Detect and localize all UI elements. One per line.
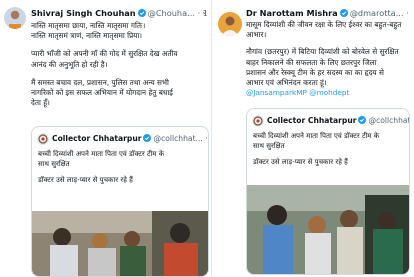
text-line: नागरिकों को इस सफल अभियान में योगदान हेत…	[31, 88, 173, 98]
text-line: प्रशासन और रेस्क्यू टीम के हर सदस्य का क…	[246, 67, 384, 77]
text-line: नौगांव (छतरपुर) में बिटिया दिव्यांशी को …	[246, 47, 399, 57]
tweet-shivraj[interactable]: Shivraj Singh Chouhan@Chouha... · 1h ⌄ न…	[0, 0, 212, 277]
quote-photo[interactable]	[32, 211, 208, 276]
text-line: डॉक्टर उसे लाड़-प्यार से पुचकार रहे हैं	[38, 176, 133, 184]
avatar-icon	[218, 12, 242, 36]
verified-icon	[358, 116, 367, 124]
quote-author-name[interactable]: Collector Chhatarpur	[267, 116, 356, 125]
quoted-tweet[interactable]: Collector Chhatarpur@collchhat... · 7h ब…	[31, 126, 209, 277]
avatar-icon	[37, 133, 49, 145]
tweet-header: Dr Narottam Mishra @dmarotta... · 12m	[246, 8, 412, 19]
text-line: साथ सुरक्षित	[253, 142, 285, 150]
mentions-link[interactable]: @JansamparkMP @mohdept	[246, 88, 412, 98]
text-line: बच्ची दिव्यांशी अपने माता पिता एवं डॉक्ट…	[253, 132, 380, 140]
author-name[interactable]: Shivraj Singh Chouhan	[31, 8, 136, 18]
quoted-tweet[interactable]: Collector Chhatarpur@collchhat... · 7h ब…	[246, 108, 410, 275]
verified-icon	[339, 9, 348, 17]
quote-author-name[interactable]: Collector Chhatarpur	[52, 134, 141, 143]
avatar-icon	[252, 115, 264, 127]
quote-header: Collector Chhatarpur@collchhat... · 7h	[267, 116, 409, 126]
text-line: साथ सुरक्षित	[38, 160, 70, 168]
quote-avatar	[37, 133, 49, 145]
author-handle[interactable]: @dmarotta...	[350, 8, 404, 18]
quote-text: बच्ची दिव्यांशी अपने माता पिता एवं डॉक्ट…	[253, 131, 407, 167]
author-name[interactable]: Dr Narottam Mishra	[246, 8, 338, 18]
quote-avatar	[252, 115, 264, 127]
text-line: नास्ति मातृसमा छाया, नास्ति मातृसमा गतिः…	[31, 21, 146, 30]
chevron-down-icon[interactable]: ⌄	[201, 7, 208, 16]
verified-icon	[143, 134, 152, 142]
text-line: बच्ची दिव्यांशी अपने माता पिता एवं डॉक्ट…	[38, 150, 165, 158]
text-line: मैं समस्त बचाव दल, प्रशासन, पुलिस तथा अन…	[31, 77, 169, 87]
quote-photo[interactable]	[247, 185, 409, 274]
quote-text: बच्ची दिव्यांशी अपने माता पिता एवं डॉक्ट…	[38, 149, 206, 185]
tweet-text: नास्ति मातृसमा छाया, नास्ति मातृसमा गतिः…	[31, 21, 209, 108]
timestamp[interactable]: 12m	[411, 8, 412, 18]
photo-image	[32, 211, 208, 276]
quote-header: Collector Chhatarpur@collchhat... · 7h	[52, 134, 208, 144]
separator-dot: ·	[197, 8, 201, 18]
quote-author-handle: @collchhat...	[368, 116, 409, 125]
tweet-header: Shivraj Singh Chouhan@Chouha... · 1h	[31, 8, 207, 19]
author-handle[interactable]: @Chouha...	[148, 8, 195, 18]
separator-dot: ·	[406, 8, 409, 18]
text-line: मासूम दिव्यांशी की जीवन रक्षा के लिए ईश्…	[246, 20, 402, 29]
text-line: प्यारी भाँजी को अपनी माँ की गोद में सुरक…	[31, 49, 178, 59]
text-line: बाहर निकालने की सफलता के लिए छतरपुर जिला	[246, 57, 377, 67]
verified-icon	[137, 9, 146, 17]
text-line: आनंद की अनुभूति हो रही है।	[31, 59, 108, 69]
quote-author-handle: @collchhat...	[153, 134, 203, 143]
separator-dot: ·	[205, 134, 208, 143]
photo-image	[247, 185, 409, 274]
text-line: आभार।	[246, 30, 267, 40]
text-line: आभार एवं अभिनंदन करता हूं।	[246, 78, 327, 88]
avatar-icon	[4, 7, 26, 29]
avatar[interactable]	[4, 7, 26, 29]
text-line: डॉक्टर उसे लाड़-प्यार से पुचकार रहे हैं	[253, 158, 348, 166]
text-line: देता हूँ।	[31, 98, 50, 108]
avatar[interactable]	[218, 12, 242, 36]
tweet-text: मासूम दिव्यांशी की जीवन रक्षा के लिए ईश्…	[246, 20, 412, 98]
text-line: नास्ति मातृसमं त्राणं, नास्ति मातृसमा प्…	[31, 31, 143, 41]
tweet-narottam[interactable]: Dr Narottam Mishra @dmarotta... · 12m मास…	[212, 0, 414, 277]
